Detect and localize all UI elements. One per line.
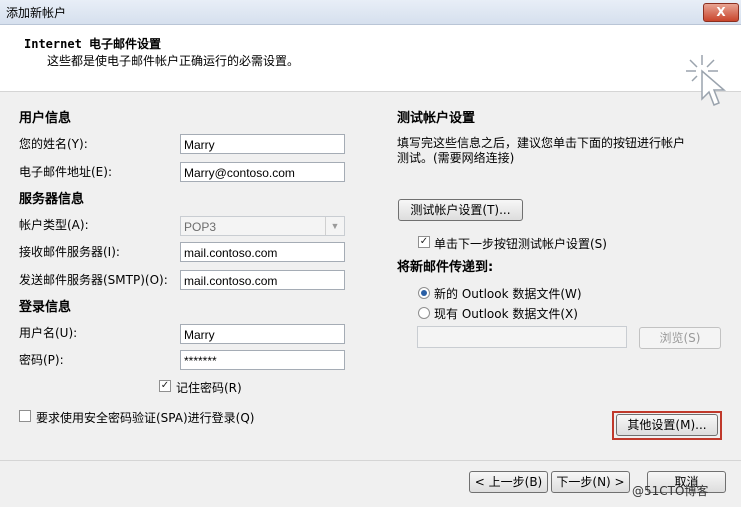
- deliver-heading: 将新邮件传递到:: [397, 260, 494, 275]
- remember-password-checkbox[interactable]: ✓: [159, 380, 171, 392]
- incoming-server-field[interactable]: mail.contoso.com: [180, 242, 345, 262]
- username-field[interactable]: Marry: [180, 324, 345, 344]
- account-type-label: 帐户类型(A):: [19, 218, 89, 232]
- next-button[interactable]: 下一步(N) >: [551, 471, 630, 493]
- spa-checkbox[interactable]: [19, 410, 31, 422]
- page-title: Internet 电子邮件设置: [24, 37, 162, 51]
- header-panel: Internet 电子邮件设置 这些都是使电子邮件帐户正确运行的必需设置。: [0, 25, 741, 106]
- password-field[interactable]: *******: [180, 350, 345, 370]
- outgoing-server-label: 发送邮件服务器(SMTP)(O):: [19, 273, 168, 287]
- window-title: 添加新帐户: [6, 6, 67, 20]
- user-info-heading: 用户信息: [19, 111, 72, 126]
- login-info-heading: 登录信息: [19, 300, 72, 315]
- existing-data-file-label: 现有 Outlook 数据文件(X): [434, 307, 578, 321]
- username-label: 用户名(U):: [19, 326, 78, 340]
- remember-password-label: 记住密码(R): [176, 381, 242, 395]
- cursor-sparkle-icon: [686, 55, 727, 106]
- email-label: 电子邮件地址(E):: [19, 165, 112, 179]
- email-field[interactable]: Marry@contoso.com: [180, 162, 345, 182]
- account-type-select[interactable]: POP3 ▼: [180, 216, 345, 236]
- chevron-down-icon: ▼: [325, 217, 344, 235]
- outgoing-server-field[interactable]: mail.contoso.com: [180, 270, 345, 290]
- test-description-line2: 测试。(需要网络连接): [397, 151, 515, 165]
- name-label: 您的姓名(Y):: [19, 137, 88, 151]
- server-info-heading: 服务器信息: [19, 192, 85, 207]
- next-test-checkbox[interactable]: ✓: [418, 236, 430, 248]
- name-field[interactable]: Marry: [180, 134, 345, 154]
- next-test-label: 单击下一步按钮测试帐户设置(S): [434, 237, 607, 251]
- browse-button[interactable]: 浏览(S): [639, 327, 721, 349]
- test-account-button[interactable]: 测试帐户设置(T)...: [398, 199, 523, 221]
- data-file-path-field[interactable]: [417, 326, 627, 348]
- account-type-value: POP3: [184, 220, 217, 234]
- spa-label: 要求使用安全密码验证(SPA)进行登录(Q): [36, 411, 255, 425]
- close-button[interactable]: X: [703, 3, 739, 22]
- watermark: @51CTO博客: [632, 484, 709, 498]
- more-settings-button[interactable]: 其他设置(M)...: [616, 414, 718, 436]
- footer-divider: [0, 460, 741, 461]
- page-subtitle: 这些都是使电子邮件帐户正确运行的必需设置。: [47, 54, 300, 68]
- title-bar: 添加新帐户 X: [0, 0, 741, 25]
- test-heading: 测试帐户设置: [397, 111, 476, 126]
- back-button[interactable]: < 上一步(B): [469, 471, 548, 493]
- new-data-file-label: 新的 Outlook 数据文件(W): [434, 287, 582, 301]
- new-data-file-radio[interactable]: [418, 287, 430, 299]
- password-label: 密码(P):: [19, 353, 64, 367]
- incoming-server-label: 接收邮件服务器(I):: [19, 245, 120, 259]
- existing-data-file-radio[interactable]: [418, 307, 430, 319]
